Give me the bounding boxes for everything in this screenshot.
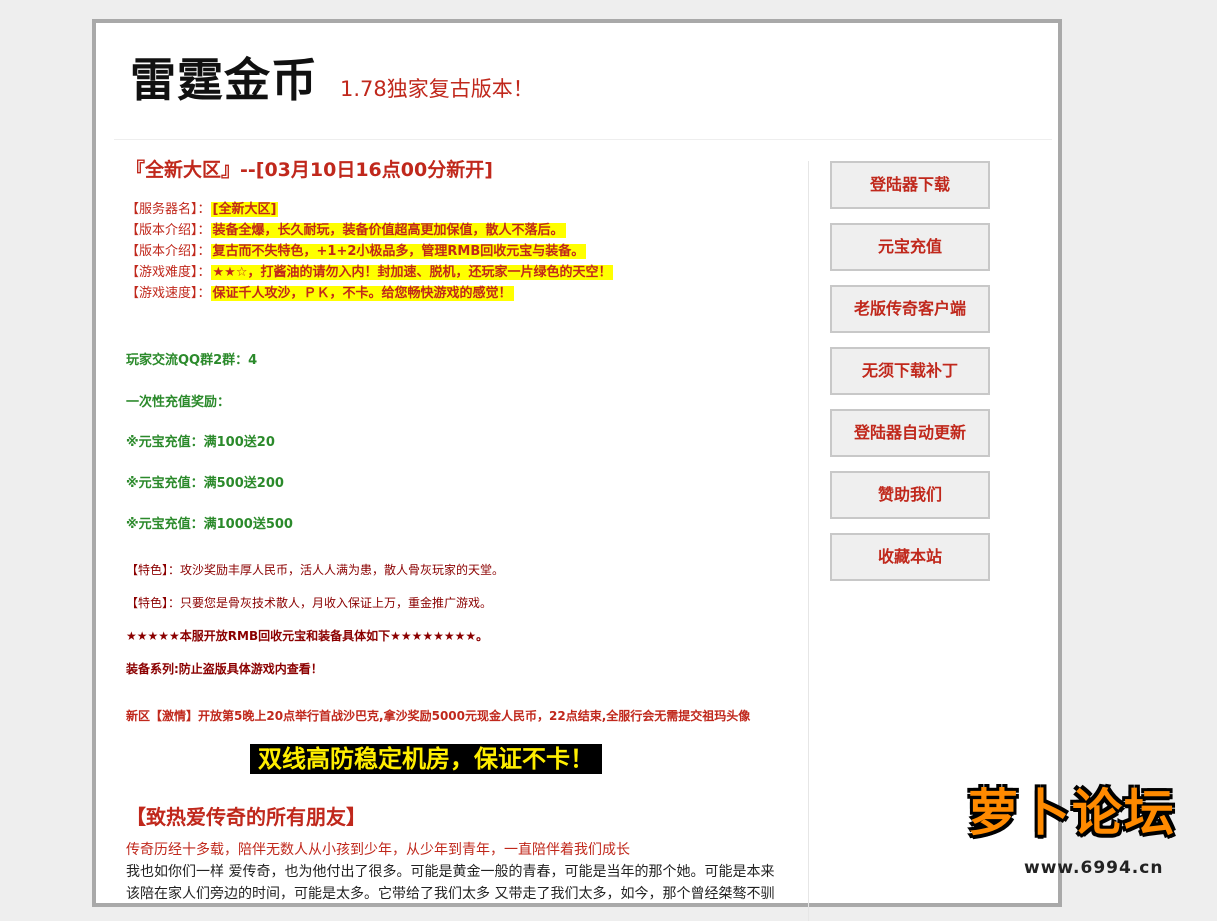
old-client-button[interactable]: 老版传奇客户端 bbox=[830, 285, 990, 333]
info-label: 【服务器名】： bbox=[126, 202, 211, 217]
info-value: 复古而不失特色，+1+2小极品多，管理RMB回收元宝与装备。 bbox=[210, 244, 587, 259]
launcher-auto-update-button[interactable]: 登陆器自动更新 bbox=[830, 409, 990, 457]
info-label: 【版本介绍】： bbox=[126, 223, 211, 238]
sidebar: 登陆器下载 元宝充值 老版传奇客户端 无须下载补丁 登陆器自动更新 赞助我们 收… bbox=[830, 161, 990, 595]
launcher-download-button[interactable]: 登陆器下载 bbox=[830, 161, 990, 209]
intro-paragraph: 传奇历经十多载，陪伴无数人从小孩到少年，从少年到青年，一直陪伴着我们成长 bbox=[126, 842, 630, 858]
watermark-text: 萝卜论坛 bbox=[968, 784, 1176, 842]
sponsor-button[interactable]: 赞助我们 bbox=[830, 471, 990, 519]
promo-banner: 双线高防稳定机房，保证不卡！ bbox=[250, 744, 602, 774]
qq-group: 玩家交流QQ群2群：4 bbox=[126, 353, 258, 368]
feature-text: 【特色】：只要您是骨灰技术散人，月收入保证上万，重金推广游戏。 bbox=[126, 596, 493, 610]
info-row: 【版本介绍】： 装备全爆，长久耐玩，装备价值超高更加保值，散人不落后。 bbox=[126, 220, 613, 241]
ingot-recharge-button[interactable]: 元宝充值 bbox=[830, 223, 990, 271]
server-title: 『全新大区』--[03月10日16点00分新开] bbox=[126, 159, 493, 181]
info-row: 【游戏难度】： ★★☆，打酱油的请勿入内！封加速、脱机，还玩家一片绿色的天空！ bbox=[126, 262, 614, 283]
main-content: 『全新大区』--[03月10日16点00分新开] 【服务器名】： [全新大区] 【… bbox=[126, 151, 806, 911]
bookmark-site-button[interactable]: 收藏本站 bbox=[830, 533, 990, 581]
rmb-note: ★★★★★本服开放RMB回收元宝和装备具体如下★★★★★★★★。 bbox=[126, 629, 489, 643]
info-row: 【游戏速度】： 保证千人攻沙，ＰＫ，不卡。给您畅快游戏的感觉！ bbox=[126, 283, 613, 304]
news-text: 新区【激情】开放第5晚上20点举行首战沙巴克,拿沙奖励5000元现金人民币，22… bbox=[126, 709, 751, 723]
body-paragraph: 我也如你们一样 爱传奇，也为他付出了很多。可能是黄金一般的青春，可能是当年的那个… bbox=[126, 864, 775, 902]
friends-title: 【致热爱传奇的所有朋友】 bbox=[126, 805, 366, 829]
feature-text: 【特色】：攻沙奖励丰厚人民币，活人人满为患，散人骨灰玩家的天堂。 bbox=[126, 563, 505, 577]
watermark-logo: 萝卜论坛 www.6994.cn bbox=[968, 788, 1208, 884]
site-title: 雷霆金币 bbox=[130, 53, 318, 107]
info-value: 装备全爆，长久耐玩，装备价值超高更加保值，散人不落后。 bbox=[210, 223, 566, 238]
info-label: 【版本介绍】： bbox=[126, 244, 211, 259]
info-value: ★★☆，打酱油的请勿入内！封加速、脱机，还玩家一片绿色的天空！ bbox=[210, 265, 614, 280]
site-subtitle: 1.78独家复古版本！ bbox=[340, 77, 534, 101]
watermark-url: www.6994.cn bbox=[1024, 858, 1164, 878]
page-frame: 雷霆金币 1.78独家复古版本！ 『全新大区』--[03月10日16点00分新开… bbox=[92, 19, 1062, 921]
column-divider bbox=[808, 161, 809, 921]
equip-note: 装备系列:防止盗版具体游戏内查看！ bbox=[126, 662, 323, 676]
recharge-item: ※元宝充值：满100送20 bbox=[126, 435, 275, 450]
recharge-title: 一次性充值奖励： bbox=[126, 395, 231, 410]
no-download-patch-button[interactable]: 无须下载补丁 bbox=[830, 347, 990, 395]
site-header: 雷霆金币 1.78独家复古版本！ bbox=[114, 23, 1052, 140]
server-info-list: 【服务器名】： [全新大区] 【版本介绍】： 装备全爆，长久耐玩，装备价值超高更加保… bbox=[126, 199, 614, 304]
info-value: 保证千人攻沙，ＰＫ，不卡。给您畅快游戏的感觉！ bbox=[210, 286, 514, 301]
info-value: [全新大区] bbox=[210, 202, 279, 217]
info-row: 【版本介绍】： 复古而不失特色，+1+2小极品多，管理RMB回收元宝与装备。 bbox=[126, 241, 613, 262]
info-label: 【游戏难度】： bbox=[126, 265, 211, 280]
info-row: 【服务器名】： [全新大区] bbox=[126, 199, 613, 220]
recharge-item: ※元宝充值：满1000送500 bbox=[126, 517, 293, 532]
info-label: 【游戏速度】： bbox=[126, 286, 211, 301]
recharge-item: ※元宝充值：满500送200 bbox=[126, 476, 284, 491]
